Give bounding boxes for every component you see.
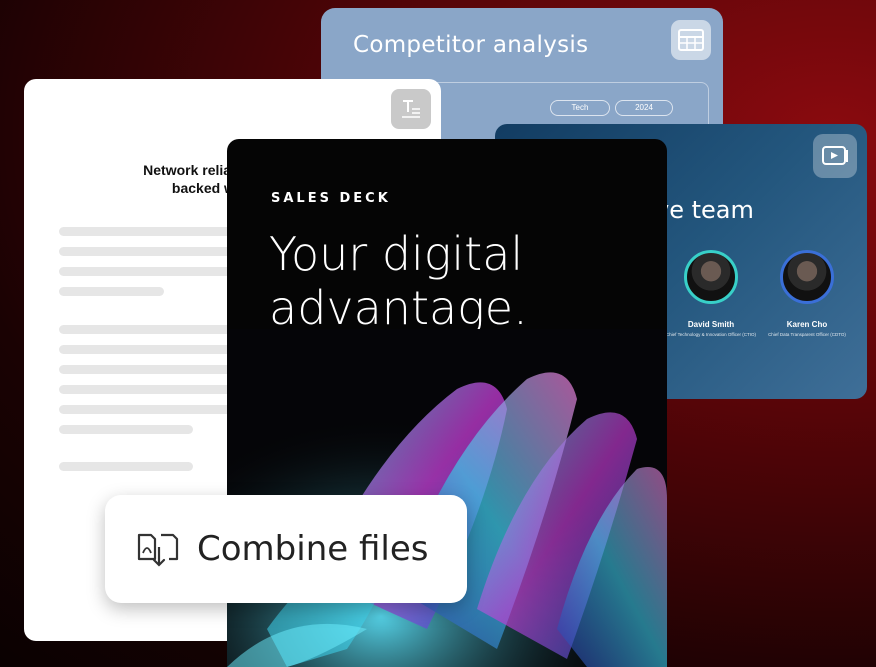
text-line-placeholder — [59, 462, 193, 471]
sales-deck-headline: Your digital advantage. — [269, 227, 649, 335]
avatar — [684, 250, 738, 304]
person-role: Chief Data Transparent Officer (CDTO) — [768, 332, 846, 337]
team-heading: ve team — [655, 196, 754, 224]
avatar — [780, 250, 834, 304]
combine-files-label: Combine files — [197, 529, 429, 569]
tag-year: 2024 — [615, 100, 673, 116]
video-icon — [813, 134, 857, 178]
person-role: Chief Technology & Innovation Officer (C… — [665, 332, 757, 337]
person-name: David Smith — [687, 320, 735, 329]
text-line-placeholder — [59, 287, 164, 296]
combine-files-button[interactable]: Combine files — [105, 495, 467, 603]
headline-line: Your digital — [269, 227, 524, 281]
tag-tech: Tech — [550, 100, 610, 116]
text-line-placeholder — [59, 425, 193, 434]
headline-line: advantage. — [269, 281, 528, 335]
table-icon — [671, 20, 711, 60]
sales-deck-kicker: SALES DECK — [271, 191, 391, 206]
text-document-icon — [391, 89, 431, 129]
competitor-analysis-title: Competitor analysis — [353, 32, 589, 58]
combine-files-icon — [137, 533, 179, 567]
person-name: Karen Cho — [786, 320, 828, 329]
